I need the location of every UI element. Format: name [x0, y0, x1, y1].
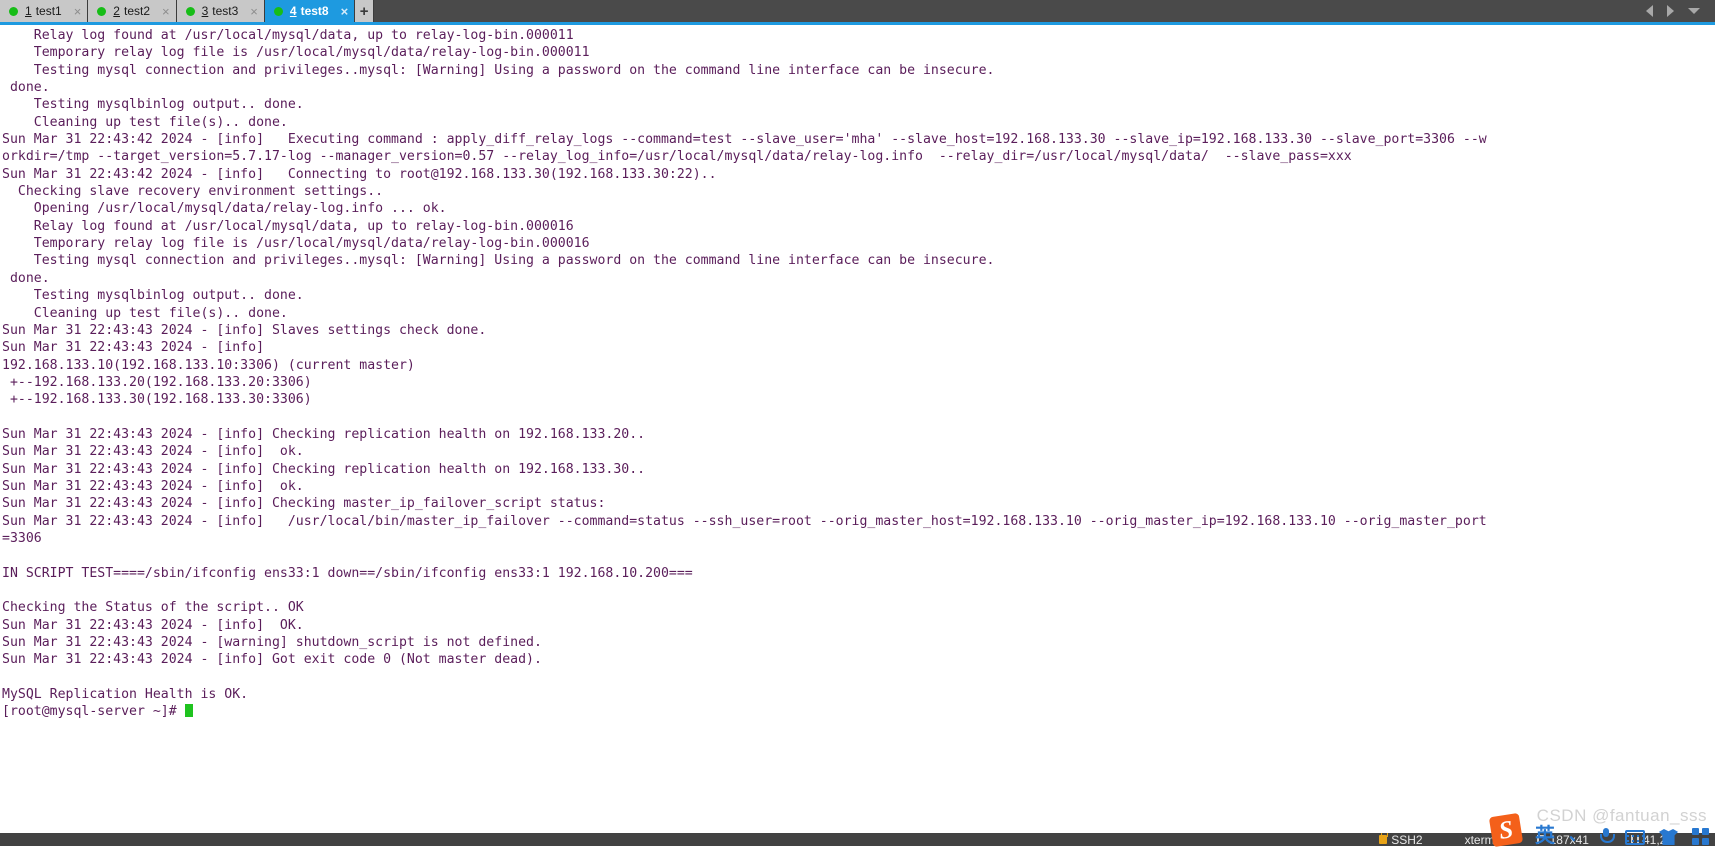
- tab-bar-navigation: [1646, 0, 1715, 22]
- tab-close-icon[interactable]: ×: [74, 5, 82, 18]
- terminal-line: Sun Mar 31 22:43:43 2024 - [info] Got ex…: [2, 651, 1715, 668]
- tab-list-chevron-down-icon[interactable]: [1688, 8, 1700, 14]
- tab-status-dot-icon: [274, 7, 283, 16]
- terminal-cursor: [185, 704, 193, 717]
- skin-icon[interactable]: [1659, 829, 1678, 845]
- language-mode-icon[interactable]: 英: [1535, 825, 1555, 845]
- terminal-line: Sun Mar 31 22:43:43 2024 - [info] ok.: [2, 443, 1715, 460]
- terminal-line: Temporary relay log file is /usr/local/m…: [2, 44, 1715, 61]
- terminal-line: Relay log found at /usr/local/mysql/data…: [2, 27, 1715, 44]
- tab-status-dot-icon: [97, 7, 106, 16]
- sogou-ime-toolbar: S 英 、: [1491, 815, 1715, 846]
- terminal-line: Sun Mar 31 22:43:43 2024 - [info] ok.: [2, 478, 1715, 495]
- terminal-line: Sun Mar 31 22:43:43 2024 - [info] Checki…: [2, 426, 1715, 443]
- terminal-line: MySQL Replication Health is OK.: [2, 686, 1715, 703]
- punctuation-mode-icon[interactable]: 、: [1569, 825, 1586, 845]
- voice-input-icon[interactable]: [1600, 828, 1611, 845]
- tab-status-dot-icon: [9, 7, 18, 16]
- tab-test8[interactable]: 4 test8 ×: [265, 0, 355, 22]
- terminal-line: orkdir=/tmp --target_version=5.7.17-log …: [2, 148, 1715, 165]
- new-tab-button[interactable]: +: [355, 0, 374, 22]
- terminal-line: Checking slave recovery environment sett…: [2, 183, 1715, 200]
- terminal-line: Cleaning up test file(s).. done.: [2, 305, 1715, 322]
- terminal-line: [2, 582, 1715, 599]
- tab-label: test2: [124, 4, 150, 18]
- tab-bar-spacer: [374, 0, 1646, 22]
- tab-label: test1: [36, 4, 62, 18]
- terminal-line: Sun Mar 31 22:43:42 2024 - [info] Execut…: [2, 131, 1715, 148]
- tab-number: 4: [290, 4, 297, 18]
- terminal-line: Relay log found at /usr/local/mysql/data…: [2, 218, 1715, 235]
- terminal-line: Sun Mar 31 22:43:43 2024 - [info] /usr/l…: [2, 513, 1715, 530]
- terminal-line: Sun Mar 31 22:43:43 2024 - [warning] shu…: [2, 634, 1715, 651]
- tab-label: test8: [301, 4, 329, 18]
- terminal-line: Sun Mar 31 22:43:43 2024 - [info]: [2, 339, 1715, 356]
- terminal-line: Checking the Status of the script.. OK: [2, 599, 1715, 616]
- terminal-prompt-line: [root@mysql-server ~]#: [2, 703, 1715, 720]
- terminal-line: done.: [2, 270, 1715, 287]
- terminal-line: Testing mysqlbinlog output.. done.: [2, 96, 1715, 113]
- status-bar: SSH2 xterm 187x41 41,24: [0, 833, 1715, 846]
- soft-keyboard-icon[interactable]: [1625, 830, 1645, 845]
- scroll-right-icon[interactable]: [1667, 5, 1674, 17]
- terminal-line: Sun Mar 31 22:43:43 2024 - [info] Checki…: [2, 461, 1715, 478]
- status-protocol-label: SSH2: [1391, 833, 1422, 846]
- terminal-line: Testing mysql connection and privileges.…: [2, 252, 1715, 269]
- tab-number: 3: [202, 4, 209, 18]
- terminal-line: Testing mysql connection and privileges.…: [2, 62, 1715, 79]
- terminal-line: +--192.168.133.20(192.168.133.20:3306): [2, 374, 1715, 391]
- toolbox-grid-icon[interactable]: [1692, 828, 1709, 845]
- tab-test2[interactable]: 2 test2 ×: [88, 0, 176, 22]
- tab-close-icon[interactable]: ×: [250, 5, 258, 18]
- terminal-line: IN SCRIPT TEST====/sbin/ifconfig ens33:1…: [2, 565, 1715, 582]
- terminal-line: Sun Mar 31 22:43:43 2024 - [info] Slaves…: [2, 322, 1715, 339]
- terminal-line: Sun Mar 31 22:43:43 2024 - [info] Checki…: [2, 495, 1715, 512]
- lock-icon: [1379, 835, 1387, 844]
- scroll-left-icon[interactable]: [1646, 5, 1653, 17]
- terminal-line: Sun Mar 31 22:43:43 2024 - [info] OK.: [2, 617, 1715, 634]
- terminal-line: [2, 669, 1715, 686]
- terminal-line: Opening /usr/local/mysql/data/relay-log.…: [2, 200, 1715, 217]
- tab-test1[interactable]: 1 test1 ×: [0, 0, 88, 22]
- terminal-line: =3306: [2, 530, 1715, 547]
- terminal-line: 192.168.133.10(192.168.133.10:3306) (cur…: [2, 357, 1715, 374]
- shell-prompt: [root@mysql-server ~]#: [2, 704, 185, 719]
- terminal-line: Sun Mar 31 22:43:42 2024 - [info] Connec…: [2, 166, 1715, 183]
- terminal-line: done.: [2, 79, 1715, 96]
- tab-number: 2: [113, 4, 120, 18]
- terminal-line: +--192.168.133.30(192.168.133.30:3306): [2, 391, 1715, 408]
- tab-close-icon[interactable]: ×: [162, 5, 170, 18]
- status-protocol: SSH2: [1379, 833, 1422, 846]
- terminal-output-pane[interactable]: Relay log found at /usr/local/mysql/data…: [0, 25, 1715, 833]
- tab-label: test3: [212, 4, 238, 18]
- tab-status-dot-icon: [186, 7, 195, 16]
- tab-test3[interactable]: 3 test3 ×: [177, 0, 265, 22]
- terminal-text: Relay log found at /usr/local/mysql/data…: [2, 27, 1715, 721]
- terminal-line: Cleaning up test file(s).. done.: [2, 114, 1715, 131]
- terminal-line: Testing mysqlbinlog output.. done.: [2, 287, 1715, 304]
- terminal-line: [2, 409, 1715, 426]
- terminal-line: Temporary relay log file is /usr/local/m…: [2, 235, 1715, 252]
- tab-bar: 1 test1 × 2 test2 × 3 test3 × 4 test8 × …: [0, 0, 1715, 22]
- tab-number: 1: [25, 4, 32, 18]
- sogou-logo-icon[interactable]: S: [1489, 813, 1523, 847]
- terminal-line: [2, 547, 1715, 564]
- tab-close-icon[interactable]: ×: [341, 5, 349, 18]
